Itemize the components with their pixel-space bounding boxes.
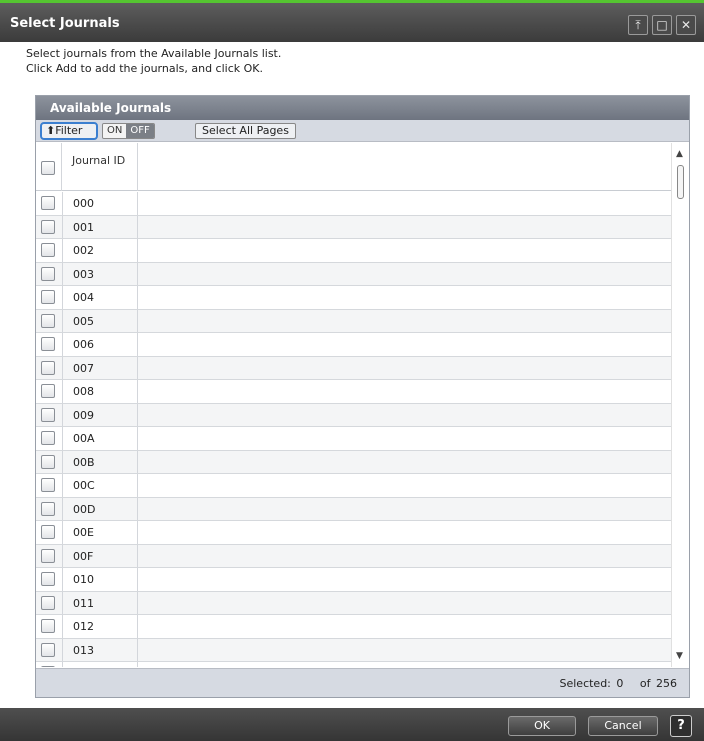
row-checkbox[interactable]: [41, 595, 55, 610]
journal-id-cell: 00B: [62, 450, 138, 473]
panel-header: Available Journals: [36, 96, 689, 120]
table-row[interactable]: 009: [36, 403, 671, 427]
row-checkbox[interactable]: [41, 431, 55, 445]
row-checkbox[interactable]: [41, 266, 55, 281]
table-row[interactable]: 00C: [36, 474, 671, 498]
table-row[interactable]: 013: [36, 638, 671, 662]
header-checkbox-cell: [36, 143, 62, 191]
table-row[interactable]: 010: [36, 568, 671, 592]
table-row[interactable]: 000: [36, 192, 671, 216]
row-checkbox[interactable]: [41, 407, 55, 422]
row-checkbox[interactable]: [41, 548, 55, 563]
table-row[interactable]: 011: [36, 591, 671, 615]
vertical-scrollbar[interactable]: ▲ ▼: [671, 143, 689, 667]
table-row[interactable]: 012: [36, 615, 671, 639]
table-row[interactable]: 00D: [36, 497, 671, 521]
table-row[interactable]: 005: [36, 309, 671, 333]
journals-table: Journal ID 000 001 002 003 004 005 006 007 008 00…: [36, 143, 671, 667]
row-checkbox[interactable]: [41, 454, 55, 469]
scroll-thumb[interactable]: [677, 165, 684, 199]
selection-count: Selected: 0 of 256: [560, 677, 678, 690]
row-checkbox[interactable]: [41, 666, 55, 667]
scroll-down-icon[interactable]: ▼: [676, 651, 683, 661]
row-checkbox[interactable]: [41, 525, 55, 539]
select-all-pages-button[interactable]: Select All Pages: [195, 123, 296, 139]
journal-id-cell: 008: [62, 380, 138, 403]
column-header-journal-id[interactable]: Journal ID: [62, 143, 138, 191]
journal-id-cell: [62, 662, 138, 667]
journal-id-cell: 013: [62, 638, 138, 661]
row-checkbox[interactable]: [41, 337, 55, 351]
window-titlebar: Select Journals ⤒ □ ✕: [0, 0, 704, 42]
total-count-text: of 256: [639, 677, 677, 690]
row-checkbox[interactable]: [41, 619, 55, 633]
ok-button[interactable]: OK: [508, 716, 576, 736]
journal-id-cell: 000: [62, 192, 138, 215]
journal-id-cell: 00E: [62, 521, 138, 544]
table-row[interactable]: [36, 662, 671, 667]
row-checkbox[interactable]: [41, 572, 55, 586]
row-checkbox[interactable]: [41, 290, 55, 304]
journal-id-cell: 011: [62, 591, 138, 614]
available-journals-panel: Available Journals ⬆Filter ON OFF Select…: [35, 95, 690, 698]
pin-icon[interactable]: ⤒: [628, 15, 648, 35]
table-row[interactable]: 007: [36, 356, 671, 380]
journal-id-cell: 004: [62, 286, 138, 309]
journal-id-cell: 00C: [62, 474, 138, 497]
journal-id-cell: 002: [62, 239, 138, 262]
maximize-icon[interactable]: □: [652, 15, 672, 35]
scroll-up-icon[interactable]: ▲: [676, 149, 683, 159]
journal-id-cell: 009: [62, 403, 138, 426]
table-row[interactable]: 00B: [36, 450, 671, 474]
journal-id-cell: 00F: [62, 544, 138, 567]
table-row[interactable]: 002: [36, 239, 671, 263]
journal-id-cell: 012: [62, 615, 138, 638]
row-checkbox[interactable]: [41, 219, 55, 234]
journal-id-cell: 00A: [62, 427, 138, 450]
journal-id-cell: 001: [62, 215, 138, 238]
help-icon[interactable]: ?: [670, 715, 692, 737]
window-title: Select Journals: [10, 16, 120, 31]
row-checkbox[interactable]: [41, 243, 55, 257]
table-row[interactable]: 00A: [36, 427, 671, 451]
filter-on-option[interactable]: ON: [103, 124, 127, 138]
filter-toggle[interactable]: ON OFF: [102, 123, 155, 139]
journal-id-cell: 005: [62, 309, 138, 332]
row-checkbox[interactable]: [41, 313, 55, 328]
row-checkbox[interactable]: [41, 642, 55, 657]
filter-toolbar: ⬆Filter ON OFF Select All Pages: [36, 120, 689, 142]
journal-id-cell: 003: [62, 262, 138, 285]
instruction-line-2: Click Add to add the journals, and click…: [26, 62, 264, 75]
table-header: Journal ID: [36, 143, 671, 191]
row-checkbox[interactable]: [41, 478, 55, 492]
instruction-line-1: Select journals from the Available Journ…: [26, 47, 282, 60]
cancel-button[interactable]: Cancel: [588, 716, 658, 736]
instructions: Select journals from the Available Journ…: [26, 46, 281, 76]
table-row[interactable]: 004: [36, 286, 671, 310]
select-all-checkbox[interactable]: [41, 161, 55, 175]
table-row[interactable]: 006: [36, 333, 671, 357]
row-checkbox[interactable]: [41, 196, 55, 210]
panel-footer: Selected: 0 of 256: [36, 668, 689, 697]
journal-id-cell: 00D: [62, 497, 138, 520]
row-checkbox[interactable]: [41, 360, 55, 375]
filter-off-option[interactable]: OFF: [126, 124, 154, 138]
journal-id-cell: 007: [62, 356, 138, 379]
table-row[interactable]: 003: [36, 262, 671, 286]
table-row[interactable]: 001: [36, 215, 671, 239]
table-row[interactable]: 00E: [36, 521, 671, 545]
row-checkbox[interactable]: [41, 501, 55, 516]
table-row[interactable]: 008: [36, 380, 671, 404]
dialog-button-bar: OK Cancel ?: [0, 708, 704, 741]
row-checkbox[interactable]: [41, 384, 55, 398]
close-icon[interactable]: ✕: [676, 15, 696, 35]
journal-id-cell: 010: [62, 568, 138, 591]
table-row[interactable]: 00F: [36, 544, 671, 568]
selected-count-text: Selected: 0: [559, 677, 624, 690]
filter-button[interactable]: ⬆Filter: [40, 122, 98, 140]
journal-id-cell: 006: [62, 333, 138, 356]
panel-title: Available Journals: [50, 101, 172, 115]
